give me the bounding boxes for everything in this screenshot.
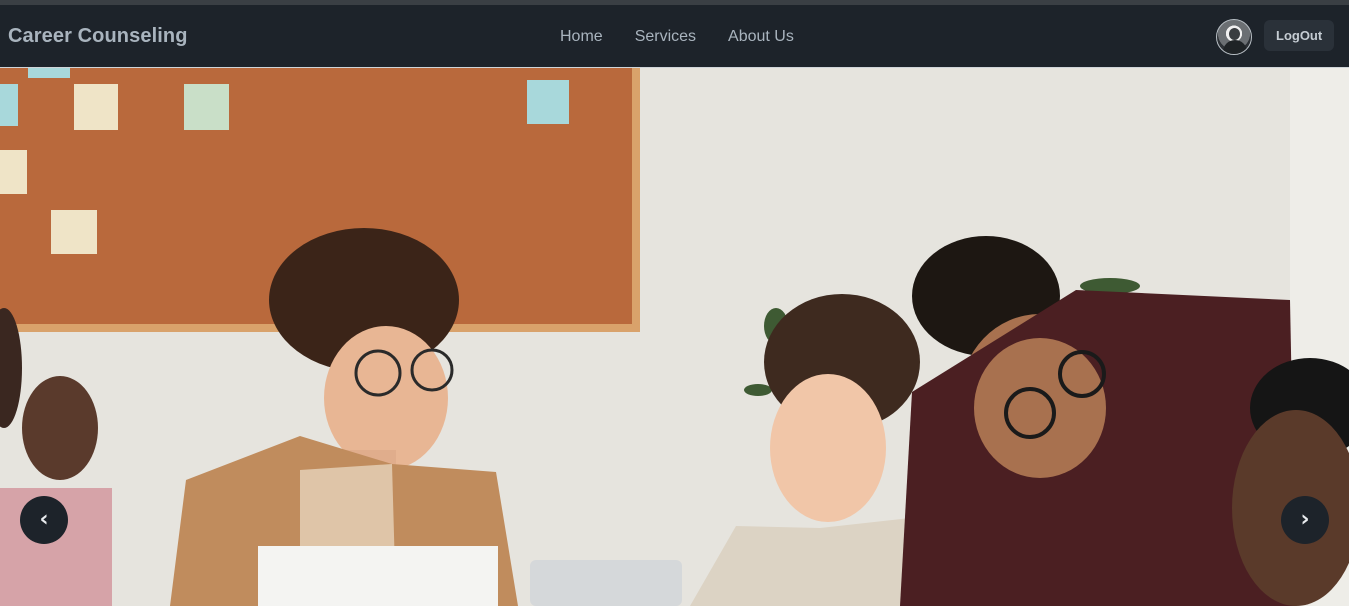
nav-services-link[interactable]: Services xyxy=(619,28,712,46)
carousel-next-button[interactable]: › xyxy=(1281,496,1329,544)
nav-about-link[interactable]: About Us xyxy=(712,28,810,46)
avatar-body xyxy=(1223,40,1247,54)
brand-title[interactable]: Career Counseling xyxy=(8,25,188,48)
hero-carousel: ‹ › xyxy=(0,68,1349,606)
carousel-prev-button[interactable]: ‹ xyxy=(20,496,68,544)
nav-links: Home Services About Us xyxy=(544,28,810,46)
user-avatar-icon[interactable] xyxy=(1216,19,1252,55)
nav-home-link[interactable]: Home xyxy=(544,28,619,46)
logout-button[interactable]: LogOut xyxy=(1264,20,1335,51)
navbar: Career Counseling Home Services About Us… xyxy=(0,5,1349,68)
team-meeting-photo xyxy=(0,68,1349,606)
avatar-head xyxy=(1229,28,1240,40)
